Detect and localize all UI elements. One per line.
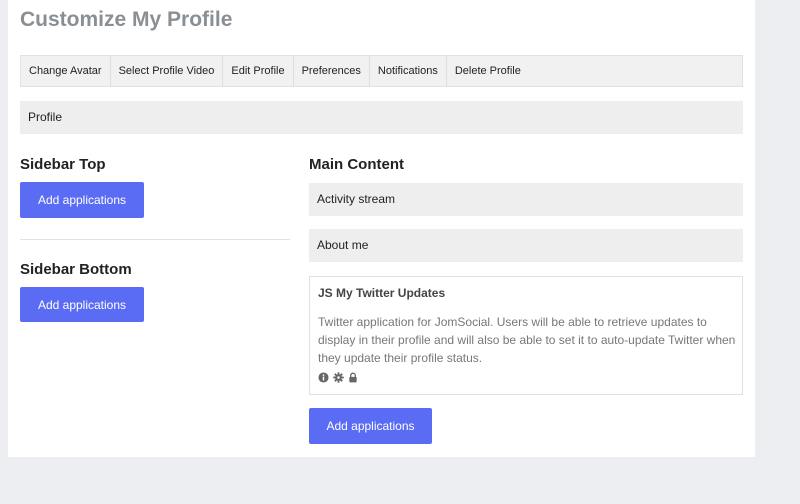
app-action-icons [318, 372, 358, 383]
gear-icon[interactable] [333, 372, 344, 383]
tab-notifications[interactable]: Notifications [370, 56, 447, 86]
tab-edit-profile[interactable]: Edit Profile [223, 56, 294, 86]
tab-delete-profile[interactable]: Delete Profile [447, 56, 529, 86]
profile-panel: Customize My Profile Change Avatar Selec… [8, 0, 755, 457]
app-card-twitter-updates[interactable]: JS My Twitter Updates Twitter applicatio… [309, 276, 743, 395]
main-add-applications-button[interactable]: Add applications [309, 408, 432, 444]
sidebar-bottom-heading: Sidebar Bottom [20, 261, 132, 278]
lock-icon[interactable] [348, 372, 358, 383]
sidebar-bottom-add-applications-button[interactable]: Add applications [20, 287, 144, 322]
sidebar-top-heading: Sidebar Top [20, 156, 106, 173]
tab-select-profile-video[interactable]: Select Profile Video [111, 56, 224, 86]
module-about-me[interactable]: About me [309, 229, 743, 262]
main-content-heading: Main Content [309, 156, 404, 173]
app-description: Twitter application for JomSocial. Users… [318, 315, 736, 365]
profile-tabs: Change Avatar Select Profile Video Edit … [20, 55, 743, 87]
tab-preferences[interactable]: Preferences [294, 56, 370, 86]
sidebar-divider [20, 239, 290, 240]
sidebar-top-add-applications-button[interactable]: Add applications [20, 182, 144, 218]
info-icon[interactable] [318, 372, 329, 383]
app-title: JS My Twitter Updates [318, 286, 446, 300]
profile-bar: Profile [20, 101, 743, 134]
tab-change-avatar[interactable]: Change Avatar [21, 56, 111, 86]
module-activity-stream[interactable]: Activity stream [309, 183, 743, 216]
page-title: Customize My Profile [20, 8, 233, 31]
